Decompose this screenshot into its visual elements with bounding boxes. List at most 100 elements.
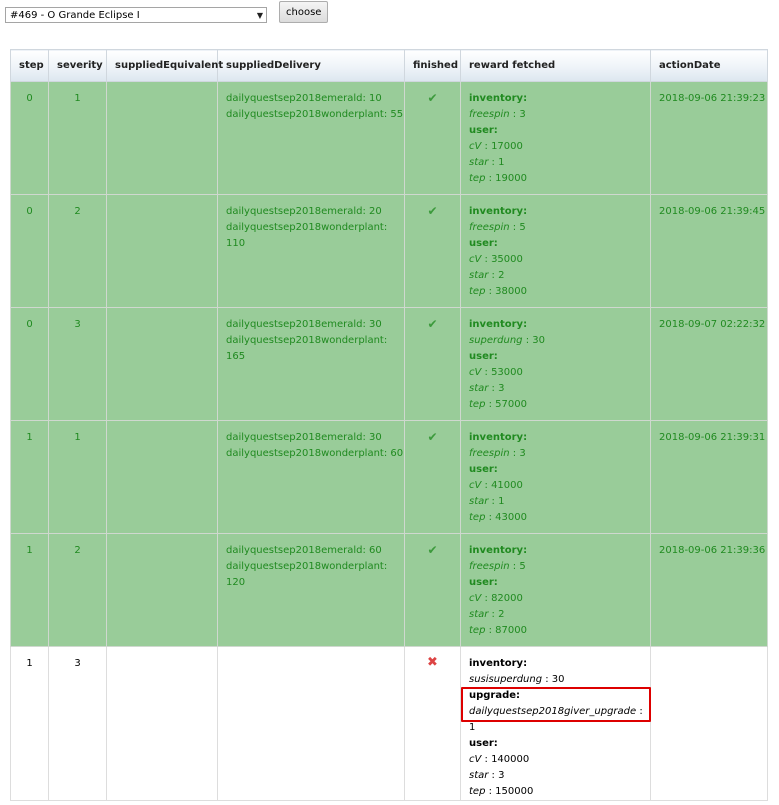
quest-select-value: #469 - O Grande Eclipse I: [10, 9, 140, 21]
action-date-cell: 2018-09-06 21:39:45: [650, 194, 768, 308]
reward-value: : 30: [542, 674, 565, 685]
reward-line: cV : 35000: [469, 252, 650, 268]
supplied-delivery-cell: dailyquestsep2018emerald: 30 dailyquestse…: [217, 420, 405, 534]
reward-key: user:: [469, 125, 498, 136]
supplied-equivalent-cell: [106, 420, 218, 534]
quest-select[interactable]: #469 - O Grande Eclipse I ▼: [5, 7, 267, 23]
table-row: 0 2 dailyquestsep2018emerald: 20 dailyquest…: [10, 194, 768, 308]
reward-value: : 2: [488, 270, 505, 281]
reward-item: star: [469, 270, 489, 281]
check-icon: ✔: [427, 91, 438, 105]
delivery-line: dailyquestsep2018wonderplant: 120: [226, 561, 388, 588]
header-step[interactable]: step: [10, 49, 49, 82]
reward-fetched-cell: inventory: superdung : 30 user: cV : 53000 s…: [460, 307, 651, 421]
supplied-delivery-cell: dailyquestsep2018emerald: 30 dailyquestse…: [217, 307, 405, 421]
reward-value: : 17000: [481, 141, 523, 152]
header-severity[interactable]: severity: [48, 49, 107, 82]
supplied-equivalent-cell: [106, 194, 218, 308]
reward-item: cV: [469, 480, 482, 491]
reward-line: user:: [469, 736, 650, 752]
reward-item: tep: [469, 399, 486, 410]
reward-fetched-cell: inventory: freespin : 3 user: cV : 41000 sta…: [460, 420, 651, 534]
supplied-equivalent-cell: [106, 646, 218, 801]
reward-key: inventory:: [469, 93, 528, 104]
severity-cell: 3: [48, 307, 107, 421]
reward-value: : 57000: [485, 399, 527, 410]
reward-line: tep : 19000: [469, 171, 650, 187]
supplied-delivery-cell: [217, 646, 405, 801]
reward-line: upgrade:: [469, 688, 650, 704]
reward-item: star: [469, 609, 489, 620]
reward-item: cV: [469, 754, 482, 765]
reward-item: tep: [469, 625, 486, 636]
supplied-delivery-cell: dailyquestsep2018emerald: 60 dailyquestse…: [217, 533, 405, 647]
reward-line: tep : 150000: [469, 784, 650, 800]
table-row: 1 2 dailyquestsep2018emerald: 60 dailyquest…: [10, 533, 768, 647]
header-supplied-delivery[interactable]: suppliedDelivery: [217, 49, 405, 82]
header-supplied-equivalent[interactable]: suppliedEquivalent: [106, 49, 223, 82]
reward-line: user:: [469, 575, 650, 591]
reward-value: : 3: [509, 448, 526, 459]
table-row: 0 1 dailyquestsep2018emerald: 10 dailyquest…: [10, 81, 768, 195]
action-date-cell: 2018-09-06 21:39:23: [650, 81, 768, 195]
supplied-delivery-cell: dailyquestsep2018emerald: 20 dailyquestse…: [217, 194, 405, 308]
finished-cell: ✖: [404, 646, 461, 801]
reward-value: : 43000: [485, 512, 527, 523]
action-date-cell: 2018-09-06 21:39:36: [650, 533, 768, 647]
header-reward-fetched[interactable]: reward fetched: [460, 49, 651, 82]
finished-cell: ✔: [404, 307, 461, 421]
delivery-line: dailyquestsep2018emerald: 60: [226, 545, 382, 556]
reward-line: dailyquestsep2018giver_upgrade : 1: [469, 704, 650, 736]
reward-item: cV: [469, 254, 482, 265]
reward-line: freespin : 3: [469, 446, 650, 462]
finished-cell: ✔: [404, 194, 461, 308]
reward-item: dailyquestsep2018giver_upgrade: [469, 706, 637, 717]
reward-line: superdung : 30: [469, 333, 650, 349]
reward-key: user:: [469, 238, 498, 249]
reward-value: : 87000: [485, 625, 527, 636]
table-row: 1 3 ✖ inventory: susisuperdung : 30 upgrade: d…: [10, 646, 768, 801]
reward-value: : 41000: [481, 480, 523, 491]
action-date-cell: 2018-09-06 21:39:31: [650, 420, 768, 534]
reward-line: user:: [469, 123, 650, 139]
reward-value: : 30: [522, 335, 545, 346]
reward-item: cV: [469, 367, 482, 378]
reward-line: susisuperdung : 30: [469, 672, 650, 688]
finished-cell: ✔: [404, 81, 461, 195]
reward-value: : 82000: [481, 593, 523, 604]
severity-cell: 1: [48, 420, 107, 534]
supplied-equivalent-cell: [106, 307, 218, 421]
reward-key: upgrade:: [469, 690, 521, 701]
choose-button[interactable]: choose: [279, 1, 329, 23]
reward-line: user:: [469, 462, 650, 478]
reward-key: user:: [469, 577, 498, 588]
reward-item: star: [469, 383, 489, 394]
reward-value: : 19000: [485, 173, 527, 184]
reward-value: : 140000: [481, 754, 530, 765]
reward-value: : 3: [488, 383, 505, 394]
reward-item: tep: [469, 512, 486, 523]
reward-value: : 150000: [485, 786, 534, 797]
dropdown-arrow-icon[interactable]: ▼: [257, 11, 263, 20]
action-date-cell: [650, 646, 768, 801]
reward-line: tep : 87000: [469, 623, 650, 639]
reward-line: inventory:: [469, 204, 650, 220]
delivery-line: dailyquestsep2018wonderplant: 55: [226, 109, 404, 120]
finished-cell: ✔: [404, 420, 461, 534]
header-action-date[interactable]: actionDate: [650, 49, 768, 82]
delivery-line: dailyquestsep2018wonderplant: 110: [226, 222, 388, 249]
reward-item: star: [469, 770, 489, 781]
supplied-delivery-cell: dailyquestsep2018emerald: 10 dailyquestse…: [217, 81, 405, 195]
reward-item: tep: [469, 286, 486, 297]
reward-value: : 1: [488, 157, 505, 168]
header-finished[interactable]: finished: [404, 49, 461, 82]
reward-value: : 3: [509, 109, 526, 120]
reward-line: cV : 53000: [469, 365, 650, 381]
delivery-line: dailyquestsep2018emerald: 30: [226, 319, 382, 330]
reward-item: freespin: [469, 109, 510, 120]
reward-line: star : 2: [469, 268, 650, 284]
severity-cell: 1: [48, 81, 107, 195]
reward-item: freespin: [469, 561, 510, 572]
reward-value: : 3: [488, 770, 505, 781]
reward-key: inventory:: [469, 658, 528, 669]
